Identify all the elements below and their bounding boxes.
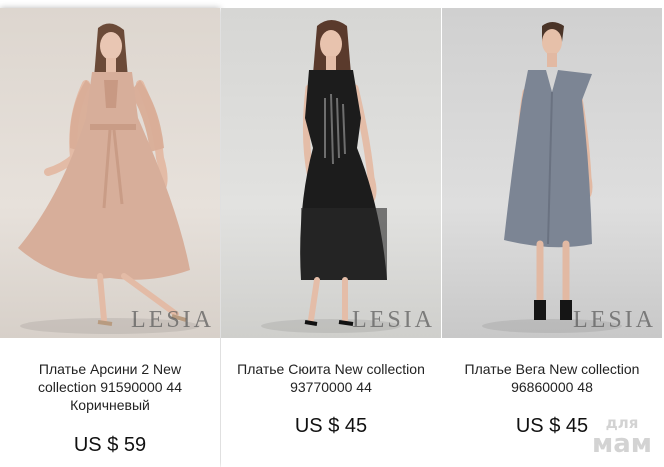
product-image[interactable]: LESIA (442, 8, 662, 338)
model-photo (18, 23, 200, 334)
product-title[interactable]: Платье Вега New collection 96860000 48 (454, 360, 650, 396)
product-card[interactable]: LESIA Платье Арсини 2 New collection 915… (0, 8, 220, 467)
product-price: US $ 59 (73, 434, 147, 456)
brand-logo: LESIA (352, 307, 435, 333)
product-image[interactable]: LESIA (221, 8, 441, 338)
product-title[interactable]: Платье Сюита New collection 93770000 44 (233, 360, 429, 396)
product-card[interactable]: LESIA Платье Сюита New collection 937700… (221, 8, 441, 467)
watermark-line-2: мам (591, 429, 652, 459)
brand-logo: LESIA (131, 307, 214, 333)
model-photo (261, 20, 401, 333)
model-photo (482, 22, 622, 333)
brand-logo: LESIA (573, 307, 656, 333)
product-grid: LESIA Платье Арсини 2 New collection 915… (0, 0, 664, 467)
product-card[interactable]: LESIA Платье Вега New collection 9686000… (442, 8, 662, 467)
site-watermark: для мам (591, 416, 652, 459)
product-title[interactable]: Платье Арсини 2 New collection 91590000 … (12, 360, 208, 414)
product-image[interactable]: LESIA (0, 8, 220, 338)
product-price: US $ 45 (294, 415, 368, 437)
